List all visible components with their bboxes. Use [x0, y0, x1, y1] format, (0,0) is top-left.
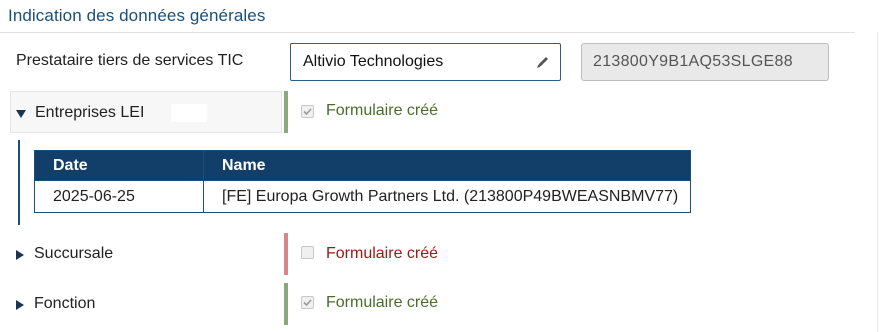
tree-connector	[18, 140, 20, 225]
status-text: Formulaire créé	[326, 294, 439, 311]
provider-lei-field: 213800Y9B1AQ53SLGE88	[581, 43, 829, 81]
panel-right-edge	[877, 32, 878, 332]
lei-table: Date Name 2025-06-25 [FE] Europa Growth …	[34, 150, 691, 213]
row-label: Entreprises LEI	[35, 104, 145, 121]
pencil-icon[interactable]	[534, 53, 552, 71]
caret-right-icon[interactable]	[14, 298, 26, 310]
status-bar-ok	[284, 91, 288, 133]
row-label: Fonction	[34, 295, 96, 312]
caret-down-icon[interactable]	[15, 107, 27, 119]
status-checkbox	[301, 246, 314, 259]
status-bar-error	[284, 233, 288, 275]
provider-lei-value: 213800Y9B1AQ53SLGE88	[593, 53, 793, 70]
row-entreprises-lei[interactable]: Entreprises LEI	[10, 91, 282, 133]
status-checkbox	[301, 296, 314, 309]
row-succursale[interactable]: Succursale	[10, 233, 282, 275]
status-text: Formulaire créé	[326, 102, 439, 119]
provider-label: Prestataire tiers de services TIC	[16, 52, 244, 69]
status-checkbox	[301, 105, 314, 118]
provider-name-value: Altivio Technologies	[303, 53, 444, 70]
section-title: Indication des données générales	[8, 6, 266, 25]
status-text: Formulaire créé	[326, 245, 439, 262]
caret-right-icon[interactable]	[14, 248, 26, 260]
cell-date: 2025-06-25	[34, 180, 204, 213]
column-header-date[interactable]: Date	[34, 150, 204, 181]
cell-name: [FE] Europa Growth Partners Ltd. (213800…	[203, 180, 691, 213]
row-label: Succursale	[34, 245, 114, 262]
column-header-name[interactable]: Name	[203, 150, 691, 181]
row-fonction[interactable]: Fonction	[10, 283, 282, 325]
section-divider	[0, 32, 855, 33]
table-header-row: Date Name	[34, 150, 691, 181]
provider-name-input[interactable]: Altivio Technologies	[290, 43, 561, 81]
status-bar-ok	[284, 283, 288, 325]
redaction-mask	[171, 104, 207, 122]
table-row[interactable]: 2025-06-25 [FE] Europa Growth Partners L…	[34, 180, 691, 213]
